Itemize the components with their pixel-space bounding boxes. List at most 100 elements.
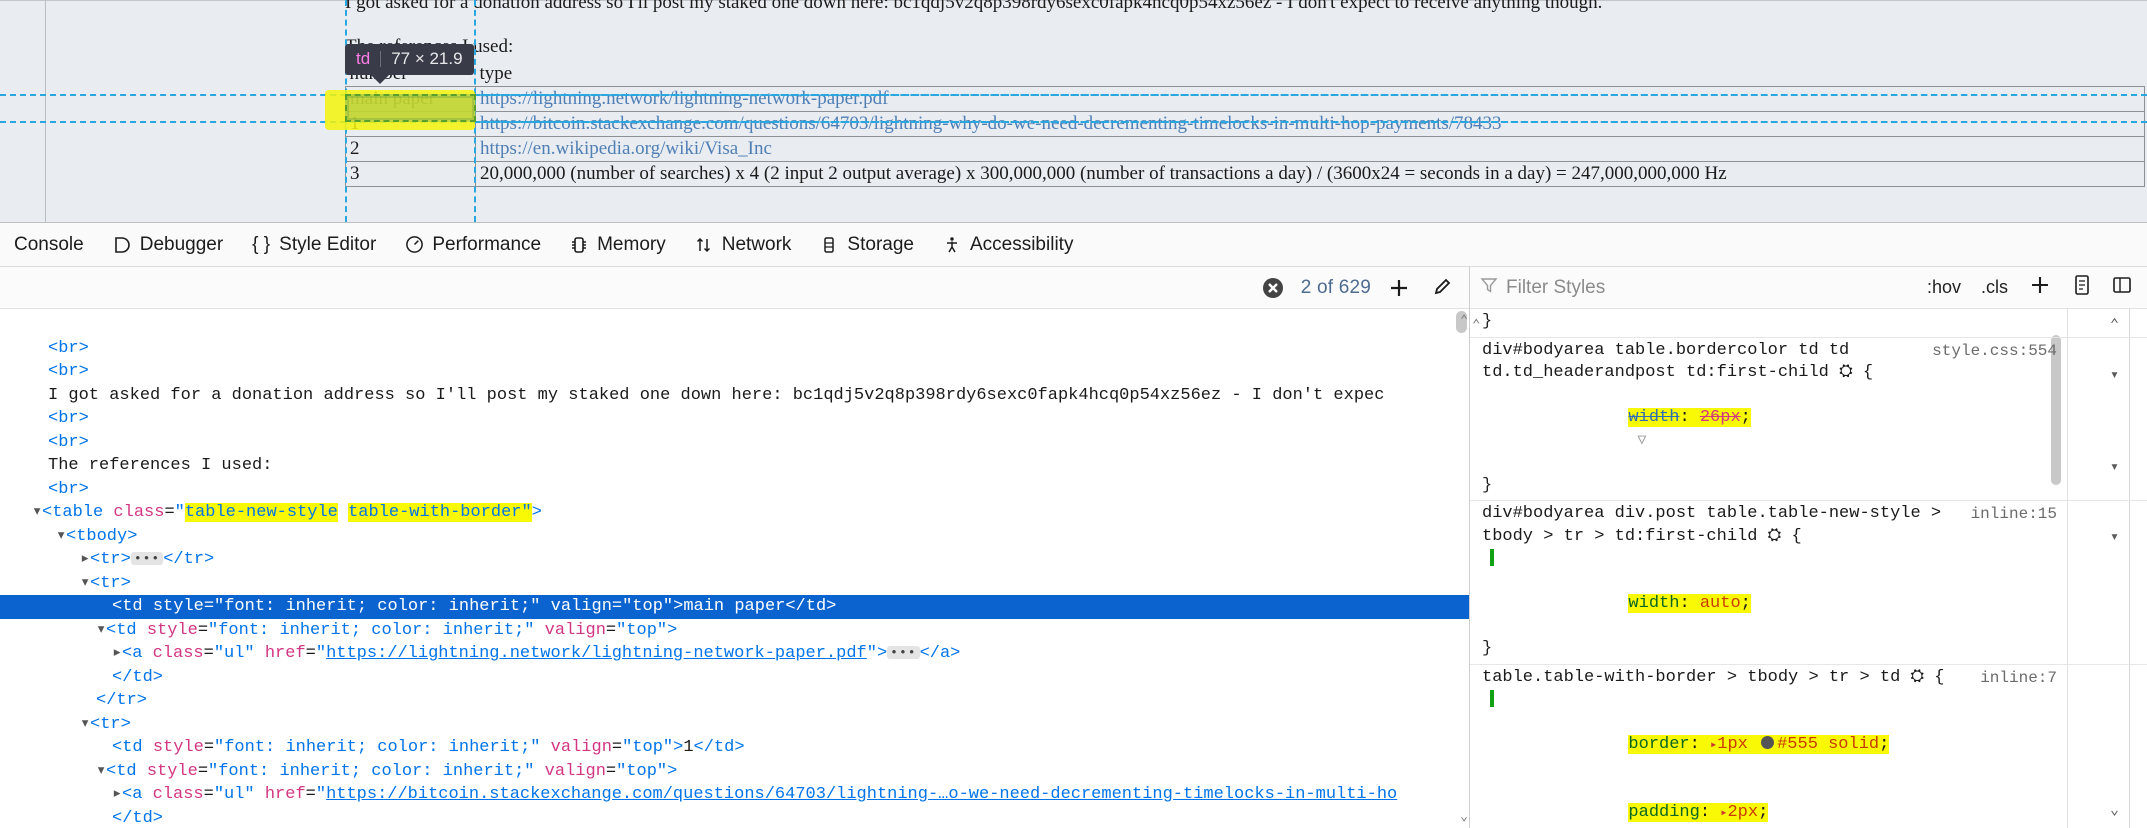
table-row[interactable]: 2 https://en.wikipedia.org/wiki/Visa_Inc — [345, 136, 2145, 162]
expand-twisty[interactable]: ▾ — [96, 619, 106, 643]
css-source-link[interactable]: style.css:554 — [1932, 340, 2057, 363]
css-selector[interactable]: table.table-with-border > tbody > tr > t… — [1470, 667, 2147, 690]
dom-line[interactable]: <br> — [0, 337, 1469, 361]
dom-line[interactable]: </tr> — [0, 689, 1469, 713]
devtools-panel[interactable]: Console Debugger { } Style Editor Perfor… — [0, 222, 2147, 828]
dom-line-anchor[interactable]: ▸<a class="ul" href="https://lightning.n… — [0, 642, 1469, 666]
filter-styles-input[interactable]: Filter Styles — [1480, 276, 1912, 300]
document-icon[interactable] — [2067, 274, 2097, 301]
dom-line[interactable]: ▾<tr> — [0, 572, 1469, 596]
css-property[interactable]: border — [1628, 735, 1689, 754]
css-selector[interactable]: div#bodyarea table.bordercolor td td td.… — [1470, 340, 2147, 385]
dom-line[interactable]: <td style="font: inherit; color: inherit… — [0, 736, 1469, 760]
dom-line-collapsed[interactable]: ▸<tr> ••• </tr> — [0, 548, 1469, 572]
color-swatch[interactable] — [1761, 736, 1775, 749]
reference-link[interactable]: https://en.wikipedia.org/wiki/Visa_Inc — [480, 138, 772, 159]
css-property[interactable]: padding — [1628, 803, 1699, 822]
css-source-link[interactable]: inline:15 — [1971, 503, 2057, 526]
dom-line[interactable]: ▾<td style="font: inherit; color: inheri… — [0, 760, 1469, 784]
table-cell-link[interactable]: https://bitcoin.stackexchange.com/questi… — [475, 111, 2145, 137]
dom-line-selected[interactable]: <td style="font: inherit; color: inherit… — [0, 595, 1469, 619]
dom-line[interactable]: <br> — [0, 431, 1469, 455]
dom-line-table[interactable]: ▾<table class="table-new-style table-wit… — [0, 501, 1469, 525]
expand-twisty[interactable]: ▾ — [80, 713, 90, 737]
dom-line-text[interactable]: I got asked for a donation address so I'… — [0, 384, 1469, 408]
dom-line[interactable]: ▾<tbody> — [0, 525, 1469, 549]
css-declaration[interactable]: width: auto; — [1470, 548, 2147, 638]
collapse-twisty[interactable]: ▸ — [112, 642, 122, 666]
reference-link[interactable]: https://lightning.network/lightning-netw… — [480, 88, 888, 109]
cls-toggle[interactable]: .cls — [1976, 277, 2013, 298]
dom-line[interactable]: <br> — [0, 407, 1469, 431]
dom-line[interactable] — [0, 313, 1469, 337]
tab-performance[interactable]: Performance — [390, 223, 555, 266]
dom-line[interactable]: ▾<tr> — [0, 713, 1469, 737]
css-rule[interactable]: div#bodyarea table.bordercolor td td td.… — [1470, 338, 2147, 501]
collapsed-children-icon[interactable]: ••• — [130, 552, 164, 566]
dom-scroll-up-icon[interactable]: ⌃ — [1460, 309, 1468, 333]
css-declaration[interactable]: padding: ▸2px; — [1470, 779, 2147, 828]
dom-tree[interactable]: ⌃ ⌄ <br> <br> I got asked for a donation… — [0, 309, 1469, 828]
tab-debugger[interactable]: Debugger — [98, 223, 237, 266]
rule-tool-icon[interactable]: ⛭ — [1839, 363, 1863, 382]
table-row[interactable]: 3 20,000,000 (number of searches) x 4 (2… — [345, 161, 2145, 187]
rules-list[interactable]: ⌃ ⌃ ▾ ▾ ▾ ⌄ } div#bodyarea table.borderc… — [1470, 309, 2147, 828]
rules-toolbar[interactable]: Filter Styles :hov .cls — [1470, 267, 2147, 309]
tab-style-editor[interactable]: { } Style Editor — [237, 223, 390, 266]
dom-line-anchor[interactable]: ▸<a class="ul" href="https://bitcoin.sta… — [0, 783, 1469, 807]
funnel-icon[interactable]: ▽ — [1628, 432, 1646, 449]
devtools-tab-bar[interactable]: Console Debugger { } Style Editor Perfor… — [0, 223, 2147, 267]
collapse-twisty[interactable]: ▸ — [80, 548, 90, 572]
dom-inspector-pane[interactable]: 2 of 629 ⌃ ⌄ <br> <br> I got asked for a… — [0, 267, 1470, 828]
css-rule[interactable]: div#bodyarea div.post table.table-new-st… — [1470, 501, 2147, 665]
collapse-twisty[interactable]: ▸ — [112, 783, 122, 807]
dom-line[interactable]: <br> — [0, 478, 1469, 502]
hov-toggle[interactable]: :hov — [1922, 277, 1966, 298]
inspected-page[interactable]: I got asked for a donation address so I'… — [0, 0, 2147, 222]
table-row[interactable]: 1 https://bitcoin.stackexchange.com/ques… — [345, 111, 2145, 137]
collapsed-children-icon[interactable]: ••• — [887, 646, 920, 660]
dom-line[interactable]: <br> — [0, 360, 1469, 384]
dom-line[interactable]: </td> — [0, 666, 1469, 690]
expand-twisty[interactable]: ▾ — [32, 501, 42, 525]
tab-console[interactable]: Console — [0, 223, 98, 266]
tab-storage[interactable]: Storage — [805, 223, 928, 266]
clear-circle-icon[interactable] — [1259, 274, 1287, 302]
plus-icon[interactable] — [1385, 274, 1413, 302]
table-row[interactable]: main paper https://lightning.network/lig… — [345, 86, 2145, 112]
panel-layout-icon[interactable] — [2107, 275, 2137, 300]
css-rules-pane[interactable]: Filter Styles :hov .cls ⌃ ⌃ ▾ ▾ ▾ ⌄} di… — [1470, 267, 2147, 828]
eyedropper-icon[interactable] — [1427, 274, 1455, 302]
dom-line-text[interactable]: The references I used: — [0, 454, 1469, 478]
css-source-link[interactable]: inline:7 — [1980, 667, 2057, 690]
css-value[interactable]: auto — [1700, 594, 1741, 613]
css-property[interactable]: width — [1628, 594, 1679, 613]
rule-tool-icon[interactable]: ⛭ — [1768, 527, 1792, 546]
dom-scroll-down-icon[interactable]: ⌄ — [1460, 805, 1468, 828]
css-selector[interactable]: div#bodyarea div.post table.table-new-st… — [1470, 503, 2147, 548]
plus-icon[interactable] — [2023, 273, 2057, 302]
dom-href-value[interactable]: https://bitcoin.stackexchange.com/questi… — [326, 785, 1397, 804]
css-rule-fragment[interactable]: } — [1470, 309, 2147, 338]
css-value[interactable]: 1px #555 solid — [1717, 735, 1879, 754]
tab-memory[interactable]: Memory — [555, 223, 680, 266]
css-declaration[interactable]: border: ▸1px #555 solid; — [1470, 689, 2147, 779]
css-property[interactable]: width — [1628, 408, 1679, 427]
tab-network[interactable]: Network — [680, 223, 806, 266]
css-rule[interactable]: table.table-with-border > tbody > tr > t… — [1470, 665, 2147, 828]
css-value[interactable]: 2px — [1727, 803, 1758, 822]
dom-href-value[interactable]: https://lightning.network/lightning-netw… — [326, 644, 867, 663]
expand-twisty[interactable]: ▾ — [80, 572, 90, 596]
dom-line[interactable]: </td> — [0, 807, 1469, 828]
css-declaration[interactable]: width: 26px; ▽ — [1470, 385, 2147, 475]
tab-accessibility[interactable]: Accessibility — [928, 223, 1087, 266]
dom-line[interactable]: ▾<td style="font: inherit; color: inheri… — [0, 619, 1469, 643]
reference-link[interactable]: https://bitcoin.stackexchange.com/questi… — [480, 113, 1502, 134]
rule-tool-icon[interactable]: ⛭ — [1910, 668, 1934, 687]
table-cell-link[interactable]: https://en.wikipedia.org/wiki/Visa_Inc — [475, 136, 2145, 162]
expand-twisty[interactable]: ▾ — [56, 525, 66, 549]
css-value[interactable]: 26px — [1700, 408, 1741, 427]
dom-toolbar[interactable]: 2 of 629 — [0, 267, 1469, 309]
table-cell-link[interactable]: https://lightning.network/lightning-netw… — [475, 86, 2145, 112]
expand-twisty[interactable]: ▾ — [96, 760, 106, 784]
